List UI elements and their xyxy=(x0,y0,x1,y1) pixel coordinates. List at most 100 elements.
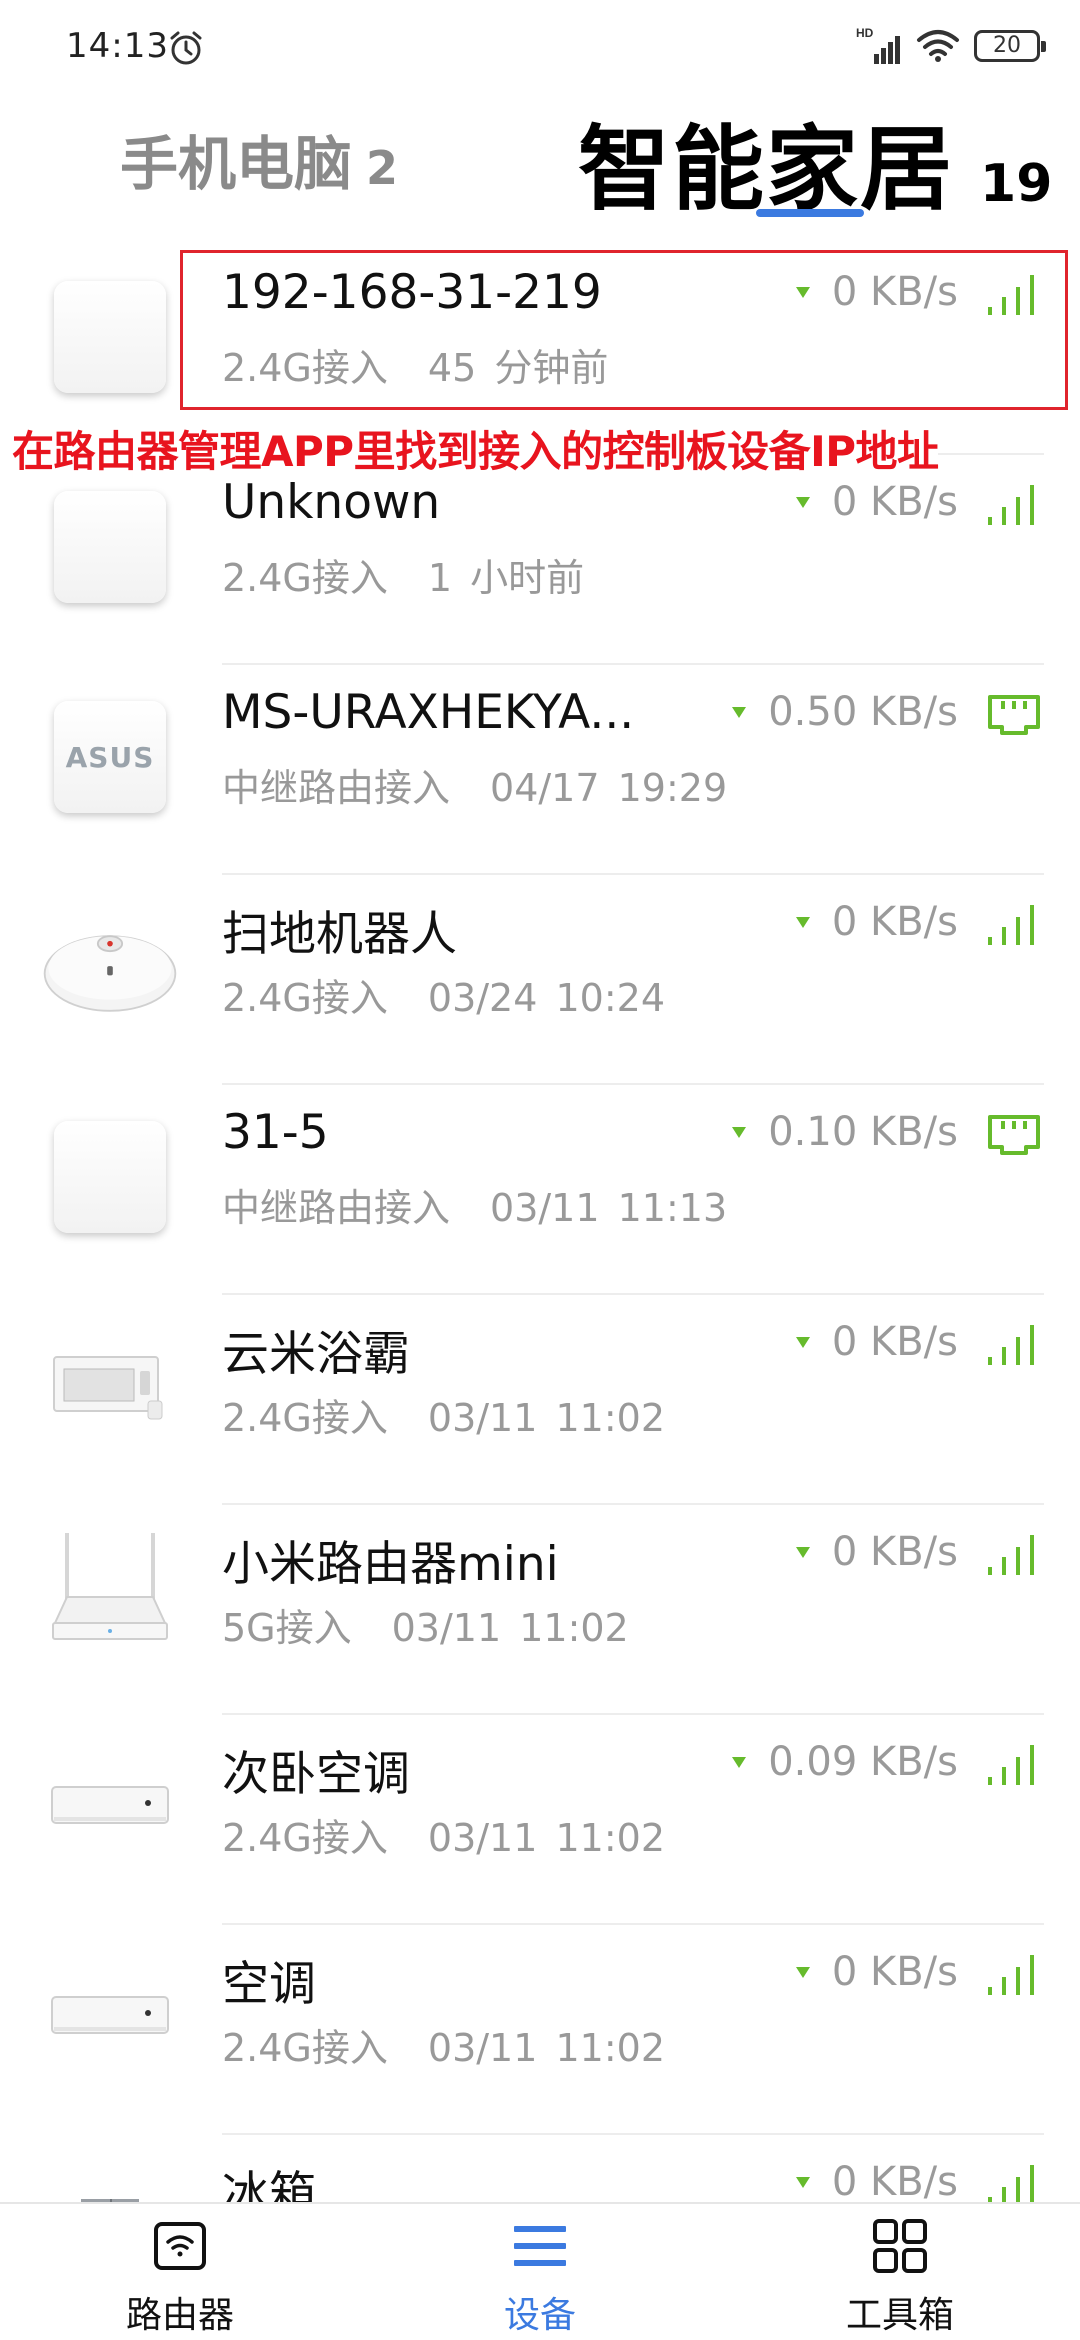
device-access-type: 2.4G接入 xyxy=(222,556,388,600)
device-speed-value: 0 KB/s xyxy=(831,1529,958,1575)
device-last-seen: 03/11 11:02 xyxy=(427,1816,665,1860)
device-speed: 0 KB/s xyxy=(795,479,958,525)
device-row[interactable]: 云米浴霸 2.4G接入 03/11 11:02 0 KB/s xyxy=(0,1295,1080,1505)
device-access-info: 中继路由接入 03/11 11:13 xyxy=(222,1177,727,1232)
device-access-info: 中继路由接入 04/17 19:29 xyxy=(222,757,727,812)
download-arrow-icon xyxy=(732,706,747,718)
device-speed: 0 KB/s xyxy=(795,2159,958,2205)
asus-device-icon: ASUS xyxy=(40,687,180,827)
device-speed-value: 0 KB/s xyxy=(831,479,958,525)
device-speed-value: 0 KB/s xyxy=(831,2159,958,2205)
device-access-type: 2.4G接入 xyxy=(222,976,388,1020)
device-row[interactable]: 31-5 中继路由接入 03/11 11:13 0.10 KB/s xyxy=(0,1085,1080,1295)
blank-device-icon xyxy=(40,477,180,617)
device-last-seen: 04/17 19:29 xyxy=(490,766,728,810)
alarm-clock-icon xyxy=(170,31,202,65)
device-speed: 0 KB/s xyxy=(795,899,958,945)
device-access-type: 中继路由接入 xyxy=(222,1186,451,1230)
asus-logo-text: ASUS xyxy=(65,740,155,774)
device-row[interactable]: Unknown 2.4G接入 1 小时前 0 KB/s xyxy=(0,455,1080,665)
battery-indicator: 20 xyxy=(974,30,1046,62)
device-speed: 0.10 KB/s xyxy=(732,1109,958,1155)
device-access-info: 2.4G接入 03/11 11:02 xyxy=(222,1807,665,1862)
wifi-signal-bars-icon xyxy=(988,905,1034,945)
wifi-icon xyxy=(917,30,959,62)
device-access-info: 5G接入 03/11 11:02 xyxy=(222,1597,629,1652)
device-name: 扫地机器人 xyxy=(222,907,457,962)
download-arrow-icon xyxy=(795,2176,810,2188)
device-access-info: 2.4G接入 03/11 11:02 xyxy=(222,1387,665,1442)
air-conditioner-icon xyxy=(40,1947,180,2087)
status-bar: 14:13 HD 20 xyxy=(0,0,1080,100)
device-last-seen: 03/11 11:13 xyxy=(490,1186,728,1230)
wifi-signal-bars-icon xyxy=(988,1325,1034,1365)
device-last-seen: 03/24 10:24 xyxy=(427,976,665,1020)
download-arrow-icon xyxy=(795,1966,810,1978)
highlight-box xyxy=(180,250,1068,410)
tab-phone-pc-label: 手机电脑 xyxy=(120,130,353,198)
nav-router[interactable]: 路由器 xyxy=(60,2204,300,2340)
device-name: MS-URAXHEKYA... xyxy=(222,685,635,740)
download-arrow-icon xyxy=(795,1546,810,1558)
tab-smart-home-count: 19 xyxy=(980,154,1053,214)
nav-devices-label: 设备 xyxy=(503,2295,576,2336)
wifi-signal-bars-icon xyxy=(988,1535,1034,1575)
tab-bar: 手机电脑 2 智能家居 19 xyxy=(0,95,1080,245)
device-name: Unknown xyxy=(222,475,441,530)
device-name: 空调 xyxy=(222,1957,316,2012)
status-time: 14:13 xyxy=(66,26,169,66)
cellular-signal-icon: HD xyxy=(856,26,900,64)
router-device-icon xyxy=(40,1527,180,1667)
device-last-seen: 1 小时前 xyxy=(427,556,585,600)
device-speed-value: 0.09 KB/s xyxy=(768,1739,958,1785)
wifi-signal-bars-icon xyxy=(988,485,1034,525)
device-access-info: 2.4G接入 03/24 10:24 xyxy=(222,967,665,1022)
active-tab-indicator xyxy=(756,209,864,217)
tab-phone-pc[interactable]: 手机电脑 2 xyxy=(120,117,398,201)
device-last-seen: 03/11 11:02 xyxy=(391,1606,629,1650)
device-name: 云米浴霸 xyxy=(222,1327,410,1382)
device-access-info: 2.4G接入 1 小时前 xyxy=(222,547,584,602)
wifi-signal-bars-icon xyxy=(988,2165,1034,2205)
device-speed-value: 0.50 KB/s xyxy=(768,689,958,735)
device-speed: 0 KB/s xyxy=(795,1319,958,1365)
ethernet-port-icon xyxy=(988,695,1040,735)
device-row[interactable]: ASUS MS-URAXHEKYA... 中继路由接入 04/17 19:29 0… xyxy=(0,665,1080,875)
blank-device-icon xyxy=(40,1107,180,1247)
grid-toolbox-icon xyxy=(873,2219,927,2273)
blank-device-icon xyxy=(40,267,180,407)
device-row[interactable]: 次卧空调 2.4G接入 03/11 11:02 0.09 KB/s xyxy=(0,1715,1080,1925)
air-conditioner-icon xyxy=(40,1737,180,1877)
robot-vacuum-icon xyxy=(40,897,180,1037)
download-arrow-icon xyxy=(795,916,810,928)
annotation-text: 在路由器管理APP里找到接入的控制板设备IP地址 xyxy=(12,418,939,479)
device-row[interactable]: 扫地机器人 2.4G接入 03/24 10:24 0 KB/s xyxy=(0,875,1080,1085)
list-menu-icon xyxy=(514,2226,566,2266)
router-icon xyxy=(154,2222,206,2270)
device-access-type: 5G接入 xyxy=(222,1606,352,1650)
download-arrow-icon xyxy=(795,496,810,508)
device-speed-value: 0.10 KB/s xyxy=(768,1109,958,1155)
device-access-type: 2.4G接入 xyxy=(222,1816,388,1860)
wifi-signal-bars-icon xyxy=(988,1955,1034,1995)
network-type-label: HD xyxy=(856,26,874,40)
device-list[interactable]: 192-168-31-219 2.4G接入 45 分钟前 0 KB/s Unkno… xyxy=(0,245,1080,2340)
device-name: 小米路由器mini xyxy=(222,1537,559,1592)
nav-router-label: 路由器 xyxy=(125,2295,234,2336)
wifi-signal-bars-icon xyxy=(988,1745,1034,1785)
device-row[interactable]: 小米路由器mini 5G接入 03/11 11:02 0 KB/s xyxy=(0,1505,1080,1715)
device-row[interactable]: 空调 2.4G接入 03/11 11:02 0 KB/s xyxy=(0,1925,1080,2135)
device-speed-value: 0 KB/s xyxy=(831,1319,958,1365)
nav-devices[interactable]: 设备 xyxy=(420,2204,660,2340)
device-speed-value: 0 KB/s xyxy=(831,899,958,945)
device-speed: 0.09 KB/s xyxy=(732,1739,958,1785)
device-last-seen: 03/11 11:02 xyxy=(427,2026,665,2070)
device-access-type: 2.4G接入 xyxy=(222,1396,388,1440)
status-indicators: HD 20 xyxy=(856,26,1046,66)
device-speed: 0 KB/s xyxy=(795,1529,958,1575)
tab-phone-pc-count: 2 xyxy=(366,141,399,195)
bath-heater-icon xyxy=(40,1317,180,1457)
download-arrow-icon xyxy=(732,1756,747,1768)
nav-tools[interactable]: 工具箱 xyxy=(780,2204,1020,2340)
device-speed: 0 KB/s xyxy=(795,1949,958,1995)
